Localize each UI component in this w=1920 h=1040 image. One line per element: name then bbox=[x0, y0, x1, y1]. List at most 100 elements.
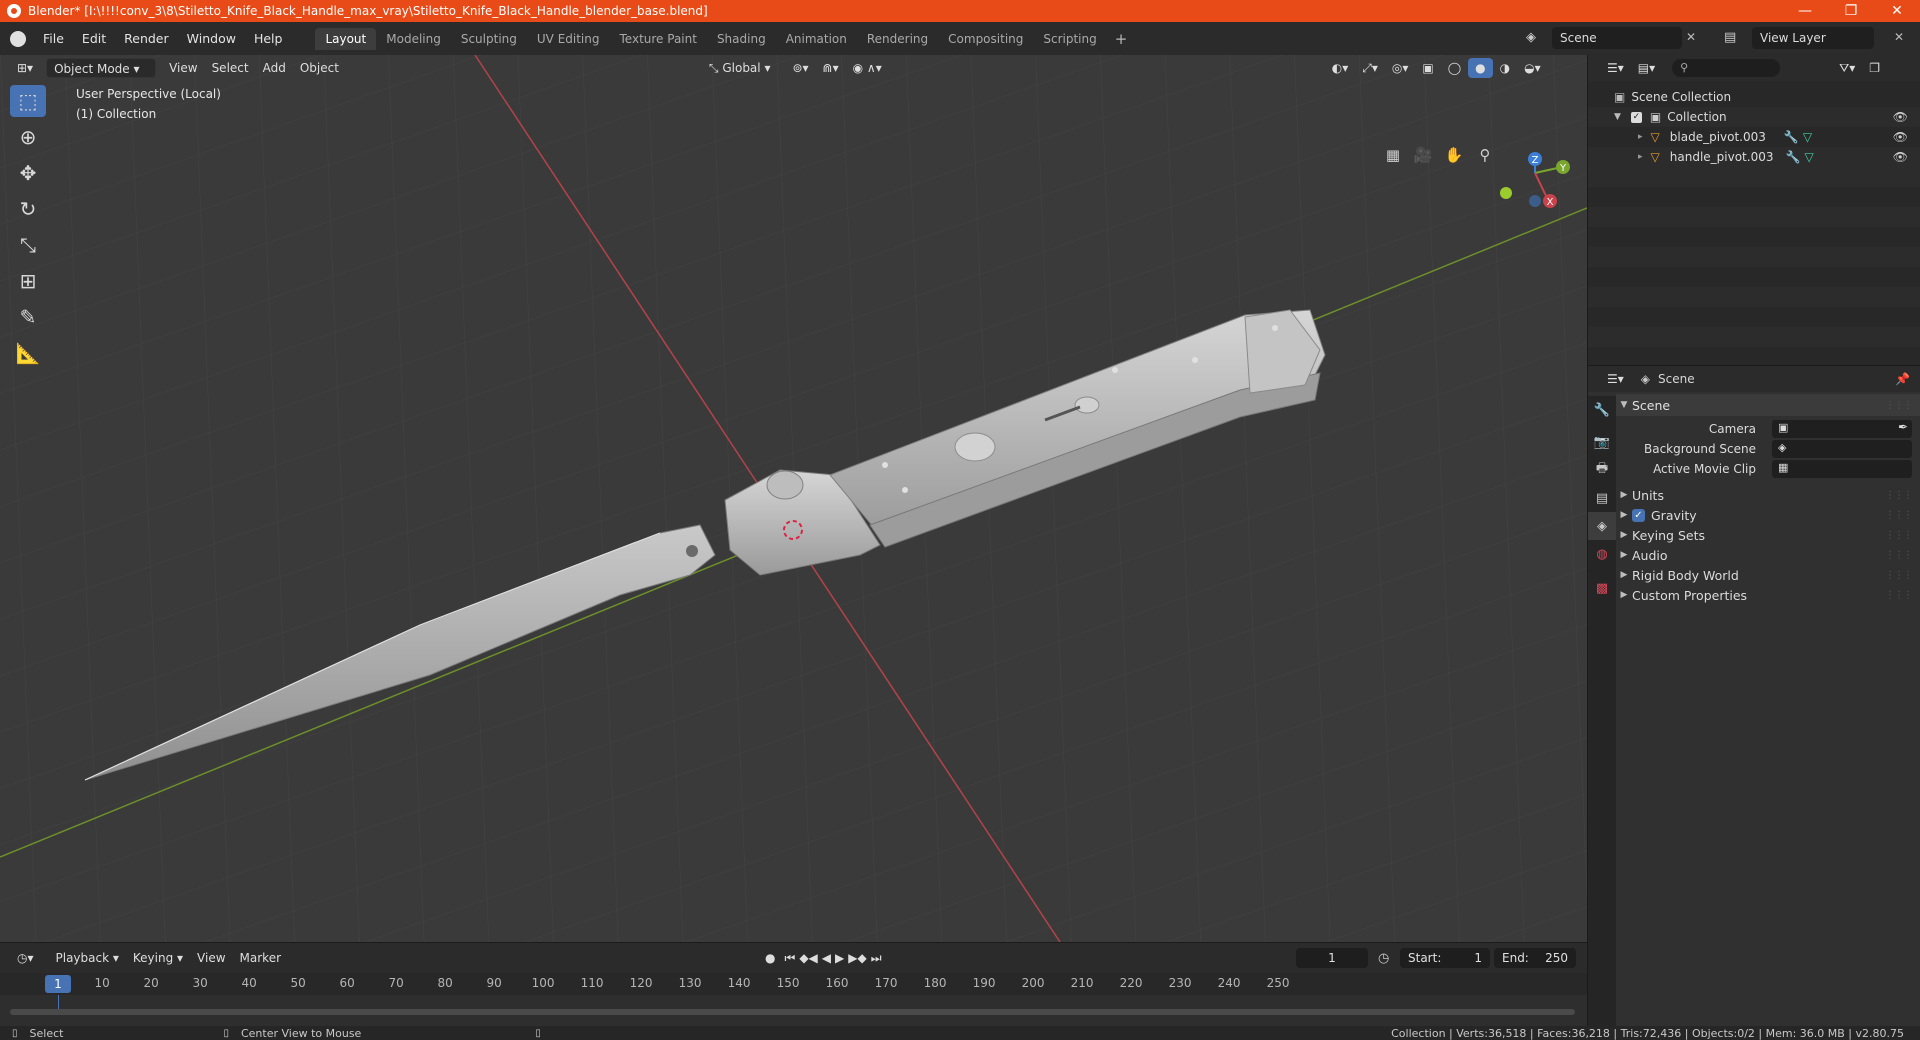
view-layer-tab-icon[interactable]: ▤ bbox=[1588, 484, 1616, 512]
solid-shading-icon[interactable]: ● bbox=[1468, 58, 1493, 78]
menu-marker[interactable]: Marker bbox=[233, 948, 288, 968]
orientation-selector[interactable]: ⤡ Global ▾ bbox=[702, 58, 778, 78]
rotate-tool-icon[interactable]: ↻ bbox=[10, 193, 46, 225]
background-scene-field[interactable]: ◈ bbox=[1772, 440, 1912, 458]
menu-file[interactable]: File bbox=[34, 28, 73, 50]
measure-tool-icon[interactable]: 📐 bbox=[10, 337, 46, 369]
scene-selector[interactable]: Scene bbox=[1552, 27, 1682, 49]
tool-tab-icon[interactable]: 🔧 bbox=[1588, 396, 1616, 424]
drag-grip-icon[interactable]: ⋮⋮⋮ bbox=[1885, 400, 1913, 411]
tab-animation[interactable]: Animation bbox=[776, 28, 857, 50]
menu-select[interactable]: Select bbox=[205, 58, 256, 78]
menu-playback[interactable]: Playback ▾ bbox=[49, 948, 126, 968]
preview-range-icon[interactable]: ◷ bbox=[1378, 951, 1389, 966]
pin-icon[interactable]: 📌 bbox=[1895, 372, 1910, 386]
material-shading-icon[interactable]: ◑ bbox=[1493, 58, 1517, 78]
view-layer-selector[interactable]: View Layer bbox=[1752, 27, 1874, 49]
render-tab-icon[interactable]: 📷 bbox=[1588, 428, 1616, 456]
outliner-row-handle[interactable]: ▸ ▽ handle_pivot.003 🔧 ▽ 👁 bbox=[1588, 147, 1920, 167]
filter-icon[interactable]: ⛛▾ bbox=[1832, 58, 1862, 78]
drag-grip-icon[interactable]: ⋮⋮⋮ bbox=[1885, 510, 1913, 521]
world-tab-icon[interactable]: ◍ bbox=[1588, 540, 1616, 568]
mode-selector[interactable]: Object Mode ▾ bbox=[46, 58, 157, 78]
modifier-wrench-icon[interactable]: 🔧 bbox=[1784, 130, 1799, 144]
rendered-shading-icon[interactable]: ◒▾ bbox=[1517, 58, 1548, 78]
modifier-wrench-icon[interactable]: 🔧 bbox=[1785, 150, 1800, 164]
tab-rendering[interactable]: Rendering bbox=[857, 28, 938, 50]
camera-field[interactable]: ▣ ✒ bbox=[1772, 420, 1912, 438]
menu-render[interactable]: Render bbox=[115, 28, 178, 50]
play-icon[interactable]: ▶ bbox=[833, 948, 846, 968]
minimize-button[interactable]: — bbox=[1782, 0, 1828, 22]
eye-icon[interactable]: 👁 bbox=[1893, 130, 1908, 144]
collection-checkbox[interactable]: ✓ bbox=[1630, 111, 1642, 123]
drag-grip-icon[interactable]: ⋮⋮⋮ bbox=[1885, 570, 1913, 581]
eyedropper-icon[interactable]: ✒ bbox=[1898, 420, 1908, 434]
timeline-scrollbar[interactable] bbox=[10, 1009, 1575, 1015]
xray-icon[interactable]: ▣ bbox=[1415, 58, 1440, 78]
new-collection-icon[interactable]: ❐ bbox=[1862, 58, 1887, 78]
blade-expand-icon[interactable]: ▸ bbox=[1638, 132, 1643, 142]
close-view-layer-icon[interactable]: ✕ bbox=[1894, 30, 1904, 44]
proportional-edit-icon[interactable]: ◉ ∧▾ bbox=[846, 58, 889, 78]
move-tool-icon[interactable]: ✥ bbox=[10, 157, 46, 189]
record-icon[interactable]: ● bbox=[758, 948, 782, 968]
outliner-editor-type-icon[interactable]: ☰▾ bbox=[1600, 58, 1631, 78]
editor-type-icon[interactable]: ⊞▾ bbox=[10, 58, 40, 78]
view-layer-icon[interactable]: ▤ bbox=[1724, 30, 1742, 46]
scene-panel-header[interactable]: ▼ Scene ⋮⋮⋮ bbox=[1616, 394, 1920, 416]
output-tab-icon[interactable]: 🖶 bbox=[1588, 456, 1616, 484]
drag-grip-icon[interactable]: ⋮⋮⋮ bbox=[1885, 550, 1913, 561]
handle-expand-icon[interactable]: ▸ bbox=[1638, 152, 1643, 162]
drag-grip-icon[interactable]: ⋮⋮⋮ bbox=[1885, 590, 1913, 601]
menu-add[interactable]: Add bbox=[256, 58, 293, 78]
tab-sculpting[interactable]: Sculpting bbox=[451, 28, 527, 50]
mesh-data-icon[interactable]: ▽ bbox=[1803, 130, 1812, 144]
menu-object[interactable]: Object bbox=[293, 58, 346, 78]
tab-texture-paint[interactable]: Texture Paint bbox=[610, 28, 707, 50]
gravity-checkbox[interactable]: ✓ bbox=[1632, 508, 1645, 522]
end-frame-field[interactable]: End: 250 bbox=[1494, 948, 1576, 968]
select-box-tool-icon[interactable]: ⬚ bbox=[10, 85, 46, 117]
tab-compositing[interactable]: Compositing bbox=[938, 28, 1033, 50]
zoom-view-icon[interactable]: ⚲ bbox=[1472, 142, 1498, 168]
outliner-row-scene-collection[interactable]: ▣ Scene Collection bbox=[1588, 87, 1920, 107]
visibility-icon[interactable]: ◐▾ bbox=[1325, 58, 1356, 78]
gizmo-neg-y-axis[interactable] bbox=[1500, 187, 1512, 199]
outliner-search-input[interactable]: ⚲ bbox=[1672, 59, 1781, 77]
ortho-toggle-icon[interactable]: ▦ bbox=[1380, 142, 1406, 168]
mesh-data-icon[interactable]: ▽ bbox=[1804, 150, 1813, 164]
menu-view[interactable]: View bbox=[162, 58, 204, 78]
outliner-row-blade[interactable]: ▸ ▽ blade_pivot.003 🔧 ▽ 👁 bbox=[1588, 127, 1920, 147]
properties-editor-type-icon[interactable]: ☰▾ bbox=[1600, 369, 1631, 389]
annotate-tool-icon[interactable]: ✎ bbox=[10, 301, 46, 333]
menu-window[interactable]: Window bbox=[178, 28, 245, 50]
jump-keyframe-forward-icon[interactable]: ▶◆ bbox=[846, 948, 868, 968]
gizmo-toggle-icon[interactable]: ⤢▾ bbox=[1355, 58, 1385, 78]
tab-scripting[interactable]: Scripting bbox=[1033, 28, 1106, 50]
tab-layout[interactable]: Layout bbox=[315, 27, 377, 50]
start-frame-field[interactable]: Start: 1 bbox=[1400, 948, 1490, 968]
timeline-editor-type-icon[interactable]: ◷▾ bbox=[10, 948, 41, 968]
close-scene-icon[interactable]: ✕ bbox=[1686, 30, 1696, 44]
blender-menu-icon[interactable] bbox=[10, 30, 26, 47]
3d-viewport[interactable]: Z Y X ⊞▾ Object Mode ▾ View Select Add O… bbox=[0, 55, 1587, 942]
active-movie-clip-field[interactable]: ▦ bbox=[1772, 460, 1912, 478]
snap-icon[interactable]: ⋒▾ bbox=[816, 58, 846, 78]
playhead[interactable]: 1 bbox=[45, 975, 71, 993]
overlay-toggle-icon[interactable]: ◎▾ bbox=[1385, 58, 1416, 78]
eye-icon[interactable]: 👁 bbox=[1893, 110, 1908, 124]
pan-view-icon[interactable]: ✋ bbox=[1441, 142, 1467, 168]
scale-tool-icon[interactable]: ⤡ bbox=[10, 229, 46, 261]
drag-grip-icon[interactable]: ⋮⋮⋮ bbox=[1885, 490, 1913, 501]
menu-edit[interactable]: Edit bbox=[73, 28, 115, 50]
frame-ruler[interactable]: 1 10 20 30 40 50 60 70 80 90 100 110 120 130 140 150 16… bbox=[0, 973, 1587, 995]
scene-browse-icon[interactable]: ◈ bbox=[1526, 30, 1544, 46]
eye-icon[interactable]: 👁 bbox=[1893, 150, 1908, 164]
play-reverse-icon[interactable]: ◀ bbox=[820, 948, 833, 968]
custom-properties-panel-header[interactable]: ▶ Custom Properties ⋮⋮⋮ bbox=[1616, 583, 1920, 607]
camera-view-icon[interactable]: 🎥 bbox=[1410, 142, 1436, 168]
wireframe-shading-icon[interactable]: ◯ bbox=[1441, 58, 1468, 78]
tab-uv-editing[interactable]: UV Editing bbox=[527, 28, 610, 50]
jump-end-icon[interactable]: ⏭ bbox=[869, 948, 884, 968]
